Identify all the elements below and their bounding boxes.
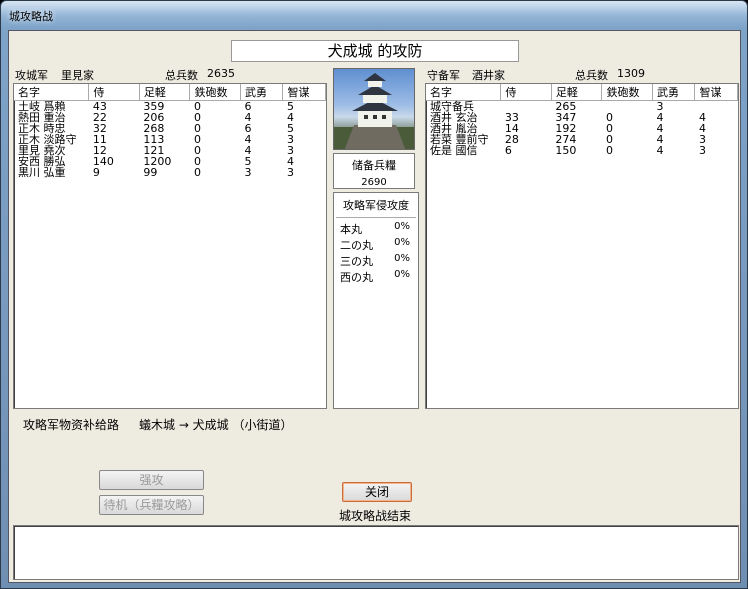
cell: 3: [286, 166, 294, 179]
title-bar[interactable]: 城攻略战: [1, 1, 747, 29]
supply-label: 攻略军物资补给路: [23, 418, 120, 432]
attacker-label: 攻城军: [15, 69, 48, 82]
col-guns[interactable]: 鉄砲数: [601, 84, 654, 101]
defender-list[interactable]: 名字 侍 足軽 鉄砲数 武勇 智谋 城守备兵 265 3 酒井 玄治 33 347 0 4 4…: [425, 83, 739, 409]
cell: 6: [504, 144, 512, 157]
invasion-label: 攻略军侵攻度: [343, 199, 409, 212]
defender-clan: 酒井家: [472, 69, 505, 82]
invasion-item: 西の丸 0%: [334, 269, 418, 285]
cell: 9: [92, 166, 100, 179]
cell: 150: [555, 144, 577, 157]
cell: 黒川 弘重: [18, 166, 66, 179]
defender-label: 守备军: [427, 69, 460, 82]
col-name[interactable]: 名字: [426, 84, 502, 101]
col-ashigaru[interactable]: 足軽: [551, 84, 603, 101]
message-log[interactable]: [13, 525, 739, 580]
supply-route: 蟻木城 → 犬成城 （小街道）: [139, 418, 293, 432]
reserve-label: 储备兵糧: [352, 159, 396, 172]
invasion-item: 本丸 0%: [334, 221, 418, 237]
invasion-item-name: 三の丸: [340, 255, 373, 268]
col-valor[interactable]: 武勇: [652, 84, 696, 101]
cell: 0: [605, 144, 613, 157]
col-name[interactable]: 名字: [14, 84, 90, 101]
attacker-total: 2635: [207, 67, 235, 80]
cell: 3: [698, 144, 706, 157]
invasion-item-name: 西の丸: [340, 271, 373, 284]
cell: 4: [656, 144, 664, 157]
wait-button[interactable]: 待机（兵糧攻略）: [99, 495, 204, 515]
window-title: 城攻略战: [9, 10, 53, 23]
col-samurai[interactable]: 侍: [88, 84, 140, 101]
defender-table: 名字 侍 足軽 鉄砲数 武勇 智谋 城守备兵 265 3 酒井 玄治 33 347 0 4 4…: [426, 84, 738, 156]
invasion-item-name: 本丸: [340, 223, 362, 236]
invasion-item-value: 0%: [394, 237, 410, 248]
col-ashigaru[interactable]: 足軽: [139, 84, 191, 101]
invasion-item: 三の丸 0%: [334, 253, 418, 269]
reserve-panel: 储备兵糧 2690: [333, 153, 415, 189]
attacker-table: 名字 侍 足軽 鉄砲数 武勇 智谋 土岐 爲賴 43 359 0 6 5 熱田 重治 22 2…: [14, 84, 326, 178]
defender-header-row: 名字 侍 足軽 鉄砲数 武勇 智谋: [426, 84, 738, 101]
assault-button[interactable]: 强攻: [99, 470, 204, 490]
attacker-clan: 里見家: [61, 69, 94, 82]
close-button[interactable]: 关闭: [342, 482, 412, 502]
cell: 3: [244, 166, 252, 179]
defender-total: 1309: [617, 67, 645, 80]
castle-image: [333, 68, 415, 150]
cell: 99: [143, 166, 158, 179]
cell: 佐是 國信: [430, 144, 478, 157]
table-row[interactable]: 黒川 弘重 9 99 0 3 3: [14, 167, 326, 178]
defender-total-label: 总兵数: [575, 69, 608, 82]
attacker-header-row: 名字 侍 足軽 鉄砲数 武勇 智谋: [14, 84, 326, 101]
col-samurai[interactable]: 侍: [500, 84, 552, 101]
invasion-item-name: 二の丸: [340, 239, 373, 252]
invasion-panel: 攻略军侵攻度 本丸 0% 二の丸 0% 三の丸 0% 西の丸 0%: [333, 192, 419, 409]
battle-status: 城攻略战结束: [339, 509, 412, 523]
col-wisdom[interactable]: 智谋: [694, 84, 738, 101]
invasion-item-value: 0%: [394, 269, 410, 280]
reserve-value: 2690: [361, 177, 387, 188]
battle-title: 犬成城 的攻防: [231, 40, 519, 62]
invasion-item-value: 0%: [394, 221, 410, 232]
invasion-item: 二の丸 0%: [334, 237, 418, 253]
col-guns[interactable]: 鉄砲数: [189, 84, 242, 101]
col-wisdom[interactable]: 智谋: [282, 84, 326, 101]
attacker-total-label: 总兵数: [165, 69, 198, 82]
dialog-client: 犬成城 的攻防 攻城军 里見家 总兵数 2635 名字 侍 足軽 鉄砲数 武勇 …: [8, 30, 741, 583]
col-valor[interactable]: 武勇: [240, 84, 284, 101]
window: 城攻略战 犬成城 的攻防 攻城军 里見家 总兵数 2635 名字 侍 足軽 鉄砲…: [0, 0, 748, 589]
castle-picture: [334, 73, 414, 149]
table-row[interactable]: 佐是 國信 6 150 0 4 3: [426, 145, 738, 156]
cell: 0: [193, 166, 201, 179]
attacker-list[interactable]: 名字 侍 足軽 鉄砲数 武勇 智谋 土岐 爲賴 43 359 0 6 5 熱田 重治 22 2…: [13, 83, 327, 409]
invasion-item-value: 0%: [394, 253, 410, 264]
